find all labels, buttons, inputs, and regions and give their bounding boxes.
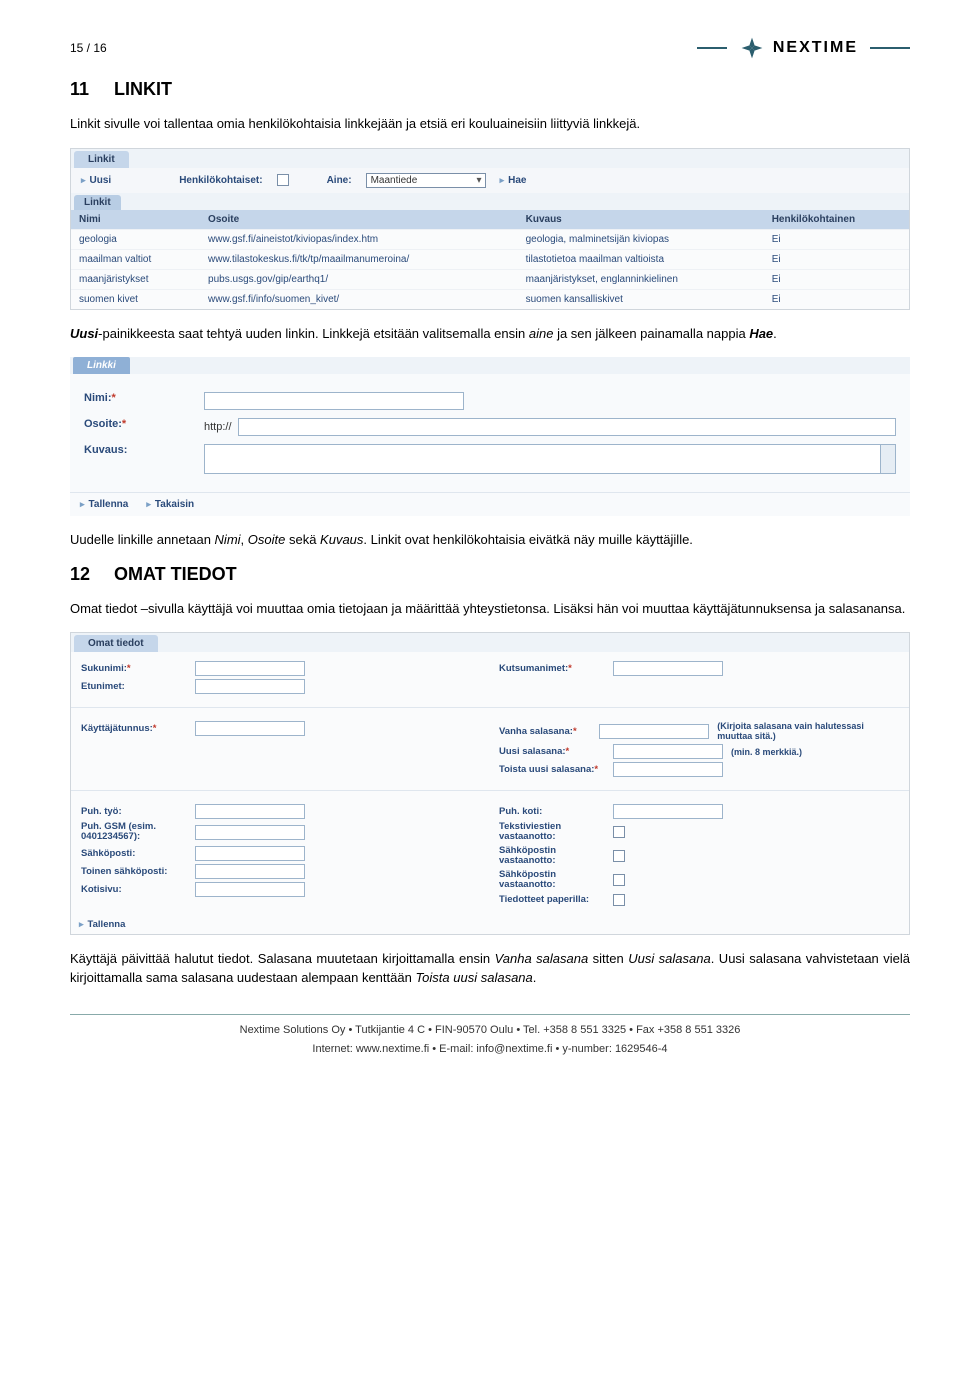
kayttajatunnus-input[interactable] — [195, 721, 305, 736]
hint-vanha-salasana: (Kirjoita salasana vain halutessasi muut… — [717, 721, 899, 741]
label-sahkopostin-1: Sähköpostin vastaanotto: — [499, 846, 609, 867]
label-toista-salasana: Toista uusi salasana:* — [499, 764, 609, 775]
header-bar: 15 / 16 NEXTIME — [70, 35, 910, 61]
label-toinen-sahkoposti: Toinen sähköposti: — [81, 866, 191, 877]
label-nimi: Nimi:* — [84, 392, 194, 404]
label-vanha-salasana: Vanha salasana:* — [499, 726, 595, 737]
label-puh-tyo: Puh. työ: — [81, 806, 191, 817]
label-kutsumanimet: Kutsumanimet:* — [499, 663, 609, 674]
label-etunimet: Etunimet: — [81, 681, 191, 692]
label-tekstiviestien: Tekstiviestien vastaanotto: — [499, 822, 609, 843]
toista-salasana-input[interactable] — [613, 762, 723, 777]
section-11-after: Uudelle linkille annetaan Nimi, Osoite s… — [70, 530, 910, 550]
hint-uusi-salasana: (min. 8 merkkiä.) — [731, 747, 802, 757]
kuvaus-textarea[interactable]: ▲ ▼ — [204, 444, 896, 474]
scroll-up-icon[interactable]: ▲ — [884, 446, 892, 455]
table-row[interactable]: maanjäristykset pubs.usgs.gov/gip/earthq… — [71, 269, 909, 289]
label-henkilokohtaiset: Henkilökohtaiset: — [179, 175, 262, 186]
label-sukunimi: Sukunimi:* — [81, 663, 191, 674]
tab-linkki[interactable]: Linkki — [73, 357, 130, 374]
tallenna-button[interactable]: Tallenna — [80, 499, 128, 510]
puh-koti-input[interactable] — [613, 804, 723, 819]
section-12-heading: 12OMAT TIEDOT — [70, 564, 910, 585]
puh-gsm-input[interactable] — [195, 825, 305, 840]
col-kuvaus[interactable]: Kuvaus — [518, 210, 764, 230]
sahkopostin-1-checkbox[interactable] — [613, 850, 625, 862]
label-osoite: Osoite:* — [84, 418, 194, 430]
label-puh-gsm: Puh. GSM (esim. 0401234567): — [81, 822, 191, 843]
sahkopostin-2-checkbox[interactable] — [613, 874, 625, 886]
section-11-intro: Linkit sivulle voi tallentaa omia henkil… — [70, 114, 910, 134]
vanha-salasana-input[interactable] — [599, 724, 709, 739]
nimi-input[interactable] — [204, 392, 464, 410]
page-number: 15 / 16 — [70, 41, 107, 55]
section-11-mid: Uusi-painikkeesta saat tehtyä uuden link… — [70, 324, 910, 344]
section-12-intro: Omat tiedot –sivulla käyttäjä voi muutta… — [70, 599, 910, 619]
kutsumanimet-input[interactable] — [613, 661, 723, 676]
osoite-input[interactable] — [238, 418, 896, 436]
select-aine[interactable]: Maantiede — [366, 173, 486, 188]
screenshot-link-list: Linkit Uusi Henkilökohtaiset: Aine: Maan… — [70, 148, 910, 310]
brand-logo-icon — [739, 35, 765, 61]
table-row[interactable]: maailman valtiot www.tilastokeskus.fi/tk… — [71, 249, 909, 269]
brand-name: NEXTIME — [773, 39, 858, 57]
tekstiviestien-checkbox[interactable] — [613, 826, 625, 838]
col-nimi[interactable]: Nimi — [71, 210, 200, 230]
brand: NEXTIME — [697, 35, 910, 61]
label-sahkopostin-2: Sähköpostin vastaanotto: — [499, 870, 609, 891]
label-puh-koti: Puh. koti: — [499, 806, 609, 817]
sahkoposti-input[interactable] — [195, 846, 305, 861]
label-kotisivu: Kotisivu: — [81, 884, 191, 895]
hae-button[interactable]: Hae — [500, 175, 527, 186]
uusi-salasana-input[interactable] — [613, 744, 723, 759]
sukunimi-input[interactable] — [195, 661, 305, 676]
kotisivu-input[interactable] — [195, 882, 305, 897]
label-kayttajatunnus: Käyttäjätunnus:* — [81, 723, 191, 734]
label-uusi-salasana: Uusi salasana:* — [499, 746, 609, 757]
tallenna-button-ot[interactable]: Tallenna — [79, 919, 125, 930]
puh-tyo-input[interactable] — [195, 804, 305, 819]
screenshot-omat-tiedot: Omat tiedot Sukunimi:* Etunimet: Kutsuma… — [70, 632, 910, 935]
etunimet-input[interactable] — [195, 679, 305, 694]
scroll-down-icon[interactable]: ▼ — [884, 463, 892, 472]
section-12-after: Käyttäjä päivittää halutut tiedot. Salas… — [70, 949, 910, 988]
checkbox-henkilokohtaiset[interactable] — [277, 174, 289, 186]
tab-omat-tiedot[interactable]: Omat tiedot — [74, 635, 158, 652]
tab-linkit-list[interactable]: Linkit — [74, 195, 121, 210]
label-aine: Aine: — [327, 175, 352, 186]
col-henkilokohtainen[interactable]: Henkilökohtainen — [764, 210, 909, 230]
col-osoite[interactable]: Osoite — [200, 210, 518, 230]
tab-linkit[interactable]: Linkit — [74, 151, 129, 168]
label-sahkoposti: Sähköposti: — [81, 848, 191, 859]
screenshot-new-link-form: Linkki Nimi:* Osoite:* http:// Kuvaus: — [70, 357, 910, 516]
page-footer: Nextime Solutions Oy • Tutkijantie 4 C •… — [70, 1014, 910, 1061]
section-11-heading: 11LINKIT — [70, 79, 910, 100]
takaisin-button[interactable]: Takaisin — [146, 499, 194, 510]
tiedotteet-checkbox[interactable] — [613, 894, 625, 906]
footer-line-2: Internet: www.nextime.fi • E-mail: info@… — [70, 1040, 910, 1060]
uusi-button[interactable]: Uusi — [81, 175, 111, 186]
footer-line-1: Nextime Solutions Oy • Tutkijantie 4 C •… — [70, 1021, 910, 1041]
label-kuvaus: Kuvaus: — [84, 444, 194, 456]
table-row[interactable]: suomen kivet www.gsf.fi/info/suomen_kive… — [71, 289, 909, 309]
http-prefix: http:// — [204, 421, 232, 433]
toinen-sahkoposti-input[interactable] — [195, 864, 305, 879]
table-row[interactable]: geologia www.gsf.fi/aineistot/kiviopas/i… — [71, 229, 909, 249]
label-tiedotteet: Tiedotteet paperilla: — [499, 894, 609, 905]
link-table: Nimi Osoite Kuvaus Henkilökohtainen geol… — [71, 210, 909, 309]
